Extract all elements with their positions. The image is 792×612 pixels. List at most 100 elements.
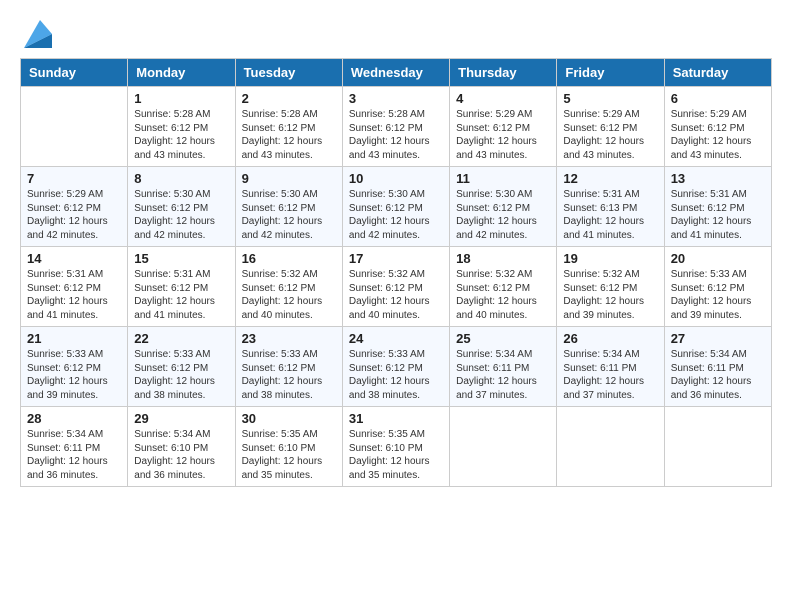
day-info: Sunrise: 5:31 AM Sunset: 6:13 PM Dayligh… bbox=[563, 188, 657, 242]
day-info: Sunrise: 5:33 AM Sunset: 6:12 PM Dayligh… bbox=[349, 348, 443, 402]
day-number: 6 bbox=[671, 91, 765, 106]
calendar-table: SundayMondayTuesdayWednesdayThursdayFrid… bbox=[20, 58, 772, 487]
day-info: Sunrise: 5:28 AM Sunset: 6:12 PM Dayligh… bbox=[349, 108, 443, 162]
page-header bbox=[20, 20, 772, 48]
day-number: 27 bbox=[671, 331, 765, 346]
calendar-cell: 10 Sunrise: 5:30 AM Sunset: 6:12 PM Dayli… bbox=[342, 167, 449, 247]
day-info: Sunrise: 5:35 AM Sunset: 6:10 PM Dayligh… bbox=[242, 428, 336, 482]
day-number: 18 bbox=[456, 251, 550, 266]
day-number: 25 bbox=[456, 331, 550, 346]
day-number: 3 bbox=[349, 91, 443, 106]
calendar-cell: 18 Sunrise: 5:32 AM Sunset: 6:12 PM Dayli… bbox=[450, 247, 557, 327]
calendar-week-1: 1 Sunrise: 5:28 AM Sunset: 6:12 PM Daylig… bbox=[21, 87, 772, 167]
day-number: 5 bbox=[563, 91, 657, 106]
day-info: Sunrise: 5:29 AM Sunset: 6:12 PM Dayligh… bbox=[27, 188, 121, 242]
day-info: Sunrise: 5:34 AM Sunset: 6:11 PM Dayligh… bbox=[563, 348, 657, 402]
weekday-header-wednesday: Wednesday bbox=[342, 59, 449, 87]
calendar-cell: 25 Sunrise: 5:34 AM Sunset: 6:11 PM Dayli… bbox=[450, 327, 557, 407]
day-info: Sunrise: 5:33 AM Sunset: 6:12 PM Dayligh… bbox=[242, 348, 336, 402]
calendar-cell: 6 Sunrise: 5:29 AM Sunset: 6:12 PM Daylig… bbox=[664, 87, 771, 167]
calendar-cell: 11 Sunrise: 5:30 AM Sunset: 6:12 PM Dayli… bbox=[450, 167, 557, 247]
calendar-cell: 3 Sunrise: 5:28 AM Sunset: 6:12 PM Daylig… bbox=[342, 87, 449, 167]
day-info: Sunrise: 5:34 AM Sunset: 6:11 PM Dayligh… bbox=[456, 348, 550, 402]
calendar-cell: 1 Sunrise: 5:28 AM Sunset: 6:12 PM Daylig… bbox=[128, 87, 235, 167]
day-info: Sunrise: 5:30 AM Sunset: 6:12 PM Dayligh… bbox=[456, 188, 550, 242]
day-info: Sunrise: 5:28 AM Sunset: 6:12 PM Dayligh… bbox=[134, 108, 228, 162]
calendar-week-4: 21Sunrise: 5:33 AM Sunset: 6:12 PM Dayli… bbox=[21, 327, 772, 407]
calendar-cell: 22 Sunrise: 5:33 AM Sunset: 6:12 PM Dayli… bbox=[128, 327, 235, 407]
day-number: 14 bbox=[27, 251, 121, 266]
day-number: 2 bbox=[242, 91, 336, 106]
calendar-cell: 15Sunrise: 5:31 AM Sunset: 6:12 PM Dayli… bbox=[128, 247, 235, 327]
day-number: 7 bbox=[27, 171, 121, 186]
calendar-cell bbox=[557, 407, 664, 487]
day-info: Sunrise: 5:32 AM Sunset: 6:12 PM Dayligh… bbox=[456, 268, 550, 322]
day-number: 17 bbox=[349, 251, 443, 266]
calendar-cell: 21Sunrise: 5:33 AM Sunset: 6:12 PM Dayli… bbox=[21, 327, 128, 407]
day-number: 19 bbox=[563, 251, 657, 266]
calendar-cell: 4 Sunrise: 5:29 AM Sunset: 6:12 PM Daylig… bbox=[450, 87, 557, 167]
day-number: 16 bbox=[242, 251, 336, 266]
calendar-cell: 12 Sunrise: 5:31 AM Sunset: 6:13 PM Dayli… bbox=[557, 167, 664, 247]
calendar-cell bbox=[450, 407, 557, 487]
calendar-cell: 26 Sunrise: 5:34 AM Sunset: 6:11 PM Dayli… bbox=[557, 327, 664, 407]
day-info: Sunrise: 5:34 AM Sunset: 6:11 PM Dayligh… bbox=[27, 428, 121, 482]
logo bbox=[20, 20, 52, 48]
day-info: Sunrise: 5:31 AM Sunset: 6:12 PM Dayligh… bbox=[671, 188, 765, 242]
day-info: Sunrise: 5:35 AM Sunset: 6:10 PM Dayligh… bbox=[349, 428, 443, 482]
day-info: Sunrise: 5:30 AM Sunset: 6:12 PM Dayligh… bbox=[242, 188, 336, 242]
weekday-header-saturday: Saturday bbox=[664, 59, 771, 87]
day-number: 11 bbox=[456, 171, 550, 186]
weekday-header-row: SundayMondayTuesdayWednesdayThursdayFrid… bbox=[21, 59, 772, 87]
calendar-cell: 17 Sunrise: 5:32 AM Sunset: 6:12 PM Dayli… bbox=[342, 247, 449, 327]
day-number: 13 bbox=[671, 171, 765, 186]
logo-icon bbox=[24, 20, 52, 48]
calendar-cell bbox=[21, 87, 128, 167]
calendar-cell bbox=[664, 407, 771, 487]
day-info: Sunrise: 5:29 AM Sunset: 6:12 PM Dayligh… bbox=[563, 108, 657, 162]
day-number: 24 bbox=[349, 331, 443, 346]
day-info: Sunrise: 5:29 AM Sunset: 6:12 PM Dayligh… bbox=[671, 108, 765, 162]
calendar-cell: 5 Sunrise: 5:29 AM Sunset: 6:12 PM Daylig… bbox=[557, 87, 664, 167]
weekday-header-friday: Friday bbox=[557, 59, 664, 87]
day-number: 22 bbox=[134, 331, 228, 346]
day-info: Sunrise: 5:32 AM Sunset: 6:12 PM Dayligh… bbox=[563, 268, 657, 322]
calendar-cell: 28 Sunrise: 5:34 AM Sunset: 6:11 PM Dayli… bbox=[21, 407, 128, 487]
day-info: Sunrise: 5:33 AM Sunset: 6:12 PM Dayligh… bbox=[27, 348, 121, 402]
calendar-cell: 2 Sunrise: 5:28 AM Sunset: 6:12 PM Daylig… bbox=[235, 87, 342, 167]
calendar-week-3: 14 Sunrise: 5:31 AM Sunset: 6:12 PM Dayli… bbox=[21, 247, 772, 327]
day-info: Sunrise: 5:30 AM Sunset: 6:12 PM Dayligh… bbox=[134, 188, 228, 242]
day-number: 26 bbox=[563, 331, 657, 346]
weekday-header-monday: Monday bbox=[128, 59, 235, 87]
calendar-cell: 13 Sunrise: 5:31 AM Sunset: 6:12 PM Dayli… bbox=[664, 167, 771, 247]
calendar-cell: 23Sunrise: 5:33 AM Sunset: 6:12 PM Dayli… bbox=[235, 327, 342, 407]
calendar-cell: 27Sunrise: 5:34 AM Sunset: 6:11 PM Dayli… bbox=[664, 327, 771, 407]
calendar-cell: 29 Sunrise: 5:34 AM Sunset: 6:10 PM Dayli… bbox=[128, 407, 235, 487]
day-number: 12 bbox=[563, 171, 657, 186]
day-number: 4 bbox=[456, 91, 550, 106]
day-number: 29 bbox=[134, 411, 228, 426]
calendar-cell: 9Sunrise: 5:30 AM Sunset: 6:12 PM Daylig… bbox=[235, 167, 342, 247]
day-number: 30 bbox=[242, 411, 336, 426]
day-info: Sunrise: 5:33 AM Sunset: 6:12 PM Dayligh… bbox=[134, 348, 228, 402]
day-number: 1 bbox=[134, 91, 228, 106]
weekday-header-thursday: Thursday bbox=[450, 59, 557, 87]
day-info: Sunrise: 5:31 AM Sunset: 6:12 PM Dayligh… bbox=[134, 268, 228, 322]
day-info: Sunrise: 5:32 AM Sunset: 6:12 PM Dayligh… bbox=[349, 268, 443, 322]
day-number: 20 bbox=[671, 251, 765, 266]
day-info: Sunrise: 5:29 AM Sunset: 6:12 PM Dayligh… bbox=[456, 108, 550, 162]
calendar-cell: 14Sunrise: 5:31 AM Sunset: 6:12 PM Dayli… bbox=[21, 247, 128, 327]
calendar-week-5: 28 Sunrise: 5:34 AM Sunset: 6:11 PM Dayli… bbox=[21, 407, 772, 487]
day-number: 10 bbox=[349, 171, 443, 186]
calendar-cell: 24 Sunrise: 5:33 AM Sunset: 6:12 PM Dayli… bbox=[342, 327, 449, 407]
day-number: 8 bbox=[134, 171, 228, 186]
calendar-cell: 19 Sunrise: 5:32 AM Sunset: 6:12 PM Dayli… bbox=[557, 247, 664, 327]
calendar-cell: 16Sunrise: 5:32 AM Sunset: 6:12 PM Dayli… bbox=[235, 247, 342, 327]
calendar-week-2: 7 Sunrise: 5:29 AM Sunset: 6:12 PM Daylig… bbox=[21, 167, 772, 247]
day-info: Sunrise: 5:30 AM Sunset: 6:12 PM Dayligh… bbox=[349, 188, 443, 242]
day-info: Sunrise: 5:28 AM Sunset: 6:12 PM Dayligh… bbox=[242, 108, 336, 162]
weekday-header-sunday: Sunday bbox=[21, 59, 128, 87]
day-info: Sunrise: 5:34 AM Sunset: 6:10 PM Dayligh… bbox=[134, 428, 228, 482]
day-number: 28 bbox=[27, 411, 121, 426]
calendar-cell: 31Sunrise: 5:35 AM Sunset: 6:10 PM Dayli… bbox=[342, 407, 449, 487]
